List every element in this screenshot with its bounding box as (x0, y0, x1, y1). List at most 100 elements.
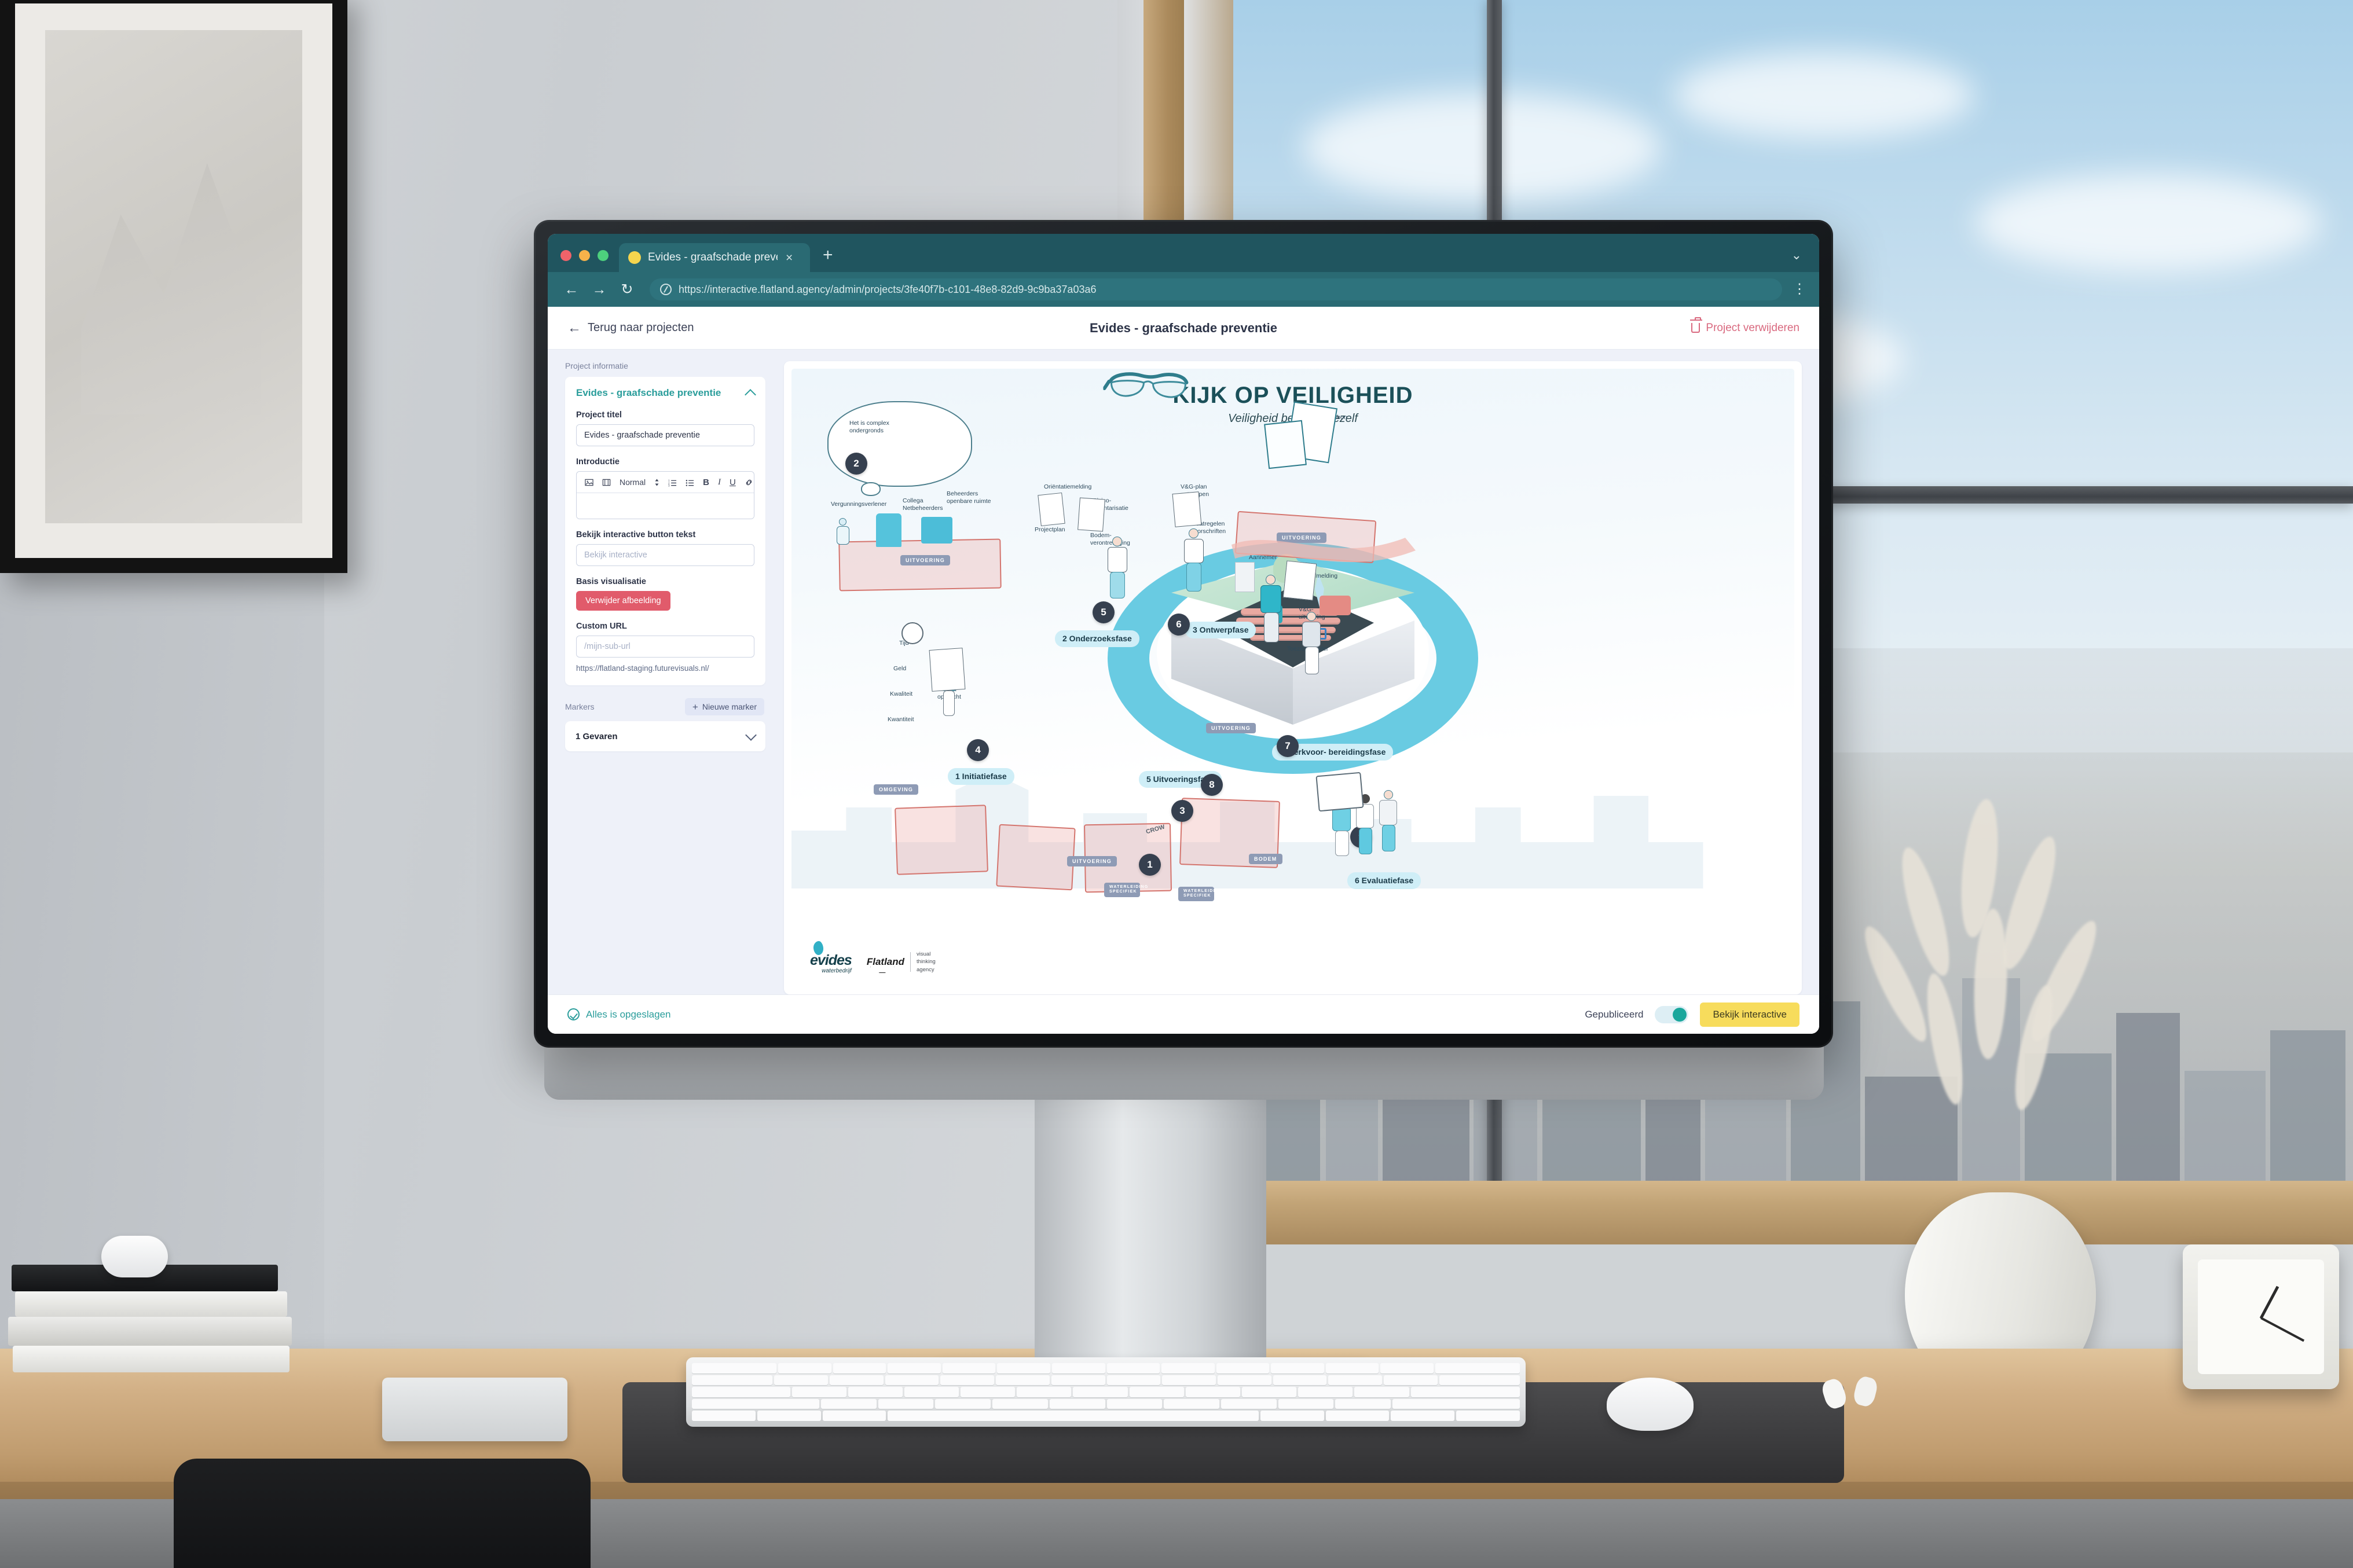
hazard-card (895, 805, 988, 875)
project-info-card-title: Evides - graafschade preventie (576, 387, 721, 398)
site-info-icon[interactable] (660, 284, 672, 295)
forward-button[interactable]: → (591, 282, 608, 297)
custom-url-input[interactable]: /mijn-sub-url (576, 636, 754, 658)
safety-glasses-icon (1102, 369, 1190, 407)
annotation: Vergunningsverlener (831, 501, 887, 508)
introduction-textarea[interactable] (577, 493, 754, 519)
tablet-illustration (1315, 772, 1364, 812)
delete-project-label: Project verwijderen (1706, 321, 1799, 334)
map-marker[interactable]: 6 (1168, 614, 1190, 636)
evides-logo: evides waterbedrijf (810, 940, 852, 974)
flatland-logo-tagline: visual thinking agency (917, 950, 936, 974)
monitor-screen: Evides - graafschade preventie × + ⌄ ← →… (548, 234, 1819, 1034)
published-toggle[interactable] (1655, 1005, 1689, 1023)
format-select[interactable]: Normal (620, 478, 646, 486)
pampas-grass (1855, 797, 2131, 1204)
marker-list-item[interactable]: 1 Gevaren (565, 721, 765, 751)
map-marker[interactable]: 3 (1171, 800, 1193, 822)
tab-list-chevron-down-icon[interactable]: ⌄ (1791, 248, 1802, 263)
italic-icon[interactable]: I (718, 478, 721, 487)
phase-label[interactable]: 3 Ontwerpfase (1185, 622, 1256, 639)
annotation: Geld (893, 665, 907, 672)
category-tag: UITVOERING (1206, 723, 1256, 733)
bullet-list-icon[interactable] (686, 478, 694, 487)
document-illustration (1172, 491, 1202, 527)
close-window-button[interactable] (560, 250, 571, 261)
phase-label[interactable]: 6 Evaluatiefase (1347, 872, 1421, 890)
maximize-window-button[interactable] (598, 250, 609, 261)
map-marker[interactable]: 7 (1277, 735, 1299, 757)
app-body: Project informatie Evides - graafschade … (548, 350, 1819, 994)
save-status: Alles is opgeslagen (567, 1008, 670, 1020)
reload-button[interactable]: ↻ (618, 282, 636, 297)
minimize-window-button[interactable] (579, 250, 590, 261)
desk-scene: Evides - graafschade preventie × + ⌄ ← →… (0, 0, 2353, 1568)
map-marker[interactable]: 8 (1201, 774, 1223, 796)
marker-item-label: 1 Gevaren (576, 731, 618, 741)
phase-label[interactable]: 1 Initiatiefase (948, 768, 1014, 785)
project-title-input[interactable]: Evides - graafschade preventie (576, 424, 754, 446)
check-circle-icon (567, 1008, 580, 1020)
chevron-down-icon[interactable] (745, 729, 757, 741)
format-select-stepper-icon[interactable] (654, 478, 659, 487)
app-statusbar: Alles is opgeslagen Gepubliceerd Bekijk … (548, 994, 1819, 1034)
app-root: ← Terug naar projecten Evides - graafsch… (548, 307, 1819, 1034)
statusbar-actions: Gepubliceerd Bekijk interactive (1585, 1002, 1799, 1027)
map-marker[interactable]: 5 (1093, 601, 1115, 623)
annotation: Kwaliteit (890, 691, 913, 697)
back-to-projects-label: Terug naar projecten (588, 321, 694, 334)
ordered-list-icon[interactable]: 123 (668, 478, 677, 487)
document-illustration (1038, 492, 1065, 527)
remove-image-button[interactable]: Verwijder afbeelding (576, 591, 670, 611)
address-bar[interactable]: https://interactive.flatland.agency/admi… (650, 278, 1782, 300)
project-info-card: Evides - graafschade preventie Project t… (565, 377, 765, 685)
window-controls[interactable] (560, 250, 609, 272)
infographic[interactable]: KIJK OP VEILIGHEID Veiligheid begint bij… (791, 369, 1794, 987)
new-marker-button[interactable]: + Nieuwe marker (684, 698, 764, 715)
document-illustration (1264, 420, 1307, 469)
visualization-card: KIJK OP VEILIGHEID Veiligheid begint bij… (784, 361, 1802, 994)
browser-tab[interactable]: Evides - graafschade preventie × (619, 243, 810, 272)
map-marker[interactable]: 4 (967, 739, 989, 761)
chevron-up-icon[interactable] (745, 388, 756, 401)
custom-url-hint: https://flatland-staging.futurevisuals.n… (576, 664, 709, 673)
new-tab-button[interactable]: + (823, 247, 833, 264)
published-label: Gepubliceerd (1585, 1008, 1644, 1020)
figure-illustration (921, 517, 952, 544)
page-title: Evides - graafschade preventie (1089, 320, 1278, 335)
map-marker[interactable]: 1 (1139, 854, 1161, 876)
road-illustration (1232, 538, 1416, 563)
link-icon[interactable] (745, 478, 753, 487)
view-interactive-button[interactable]: Bekijk interactive (1700, 1002, 1799, 1027)
project-title-label: Project titel (576, 410, 622, 420)
toggle-knob (1673, 1007, 1687, 1022)
back-button[interactable]: ← (563, 282, 580, 297)
project-info-card-header[interactable]: Evides - graafschade preventie (576, 387, 756, 401)
editor-toolbar: Normal 123 B I U (577, 472, 754, 493)
annotation: Het is complex ondergronds (849, 420, 889, 435)
map-marker[interactable]: 2 (845, 453, 867, 475)
video-icon[interactable] (602, 478, 611, 487)
browser-menu-icon[interactable]: ⋮ (1793, 282, 1806, 296)
back-to-projects-link[interactable]: ← Terug naar projecten (567, 321, 694, 335)
delete-project-button[interactable]: Project verwijderen (1690, 317, 1799, 335)
monitor-stand-neck (1035, 1082, 1266, 1383)
introduction-field-group: Introductie Normal 1 2 3 B I U (576, 457, 754, 519)
phase-label[interactable]: 2 Onderzoeksfase (1055, 630, 1139, 648)
button-text-input[interactable]: Bekijk interactive (576, 544, 754, 566)
hazard-card (996, 824, 1076, 891)
tab-close-icon[interactable]: × (786, 252, 793, 264)
underline-icon[interactable]: U (730, 478, 736, 487)
introduction-label: Introductie (576, 457, 620, 467)
logo-group: evides waterbedrijf Flatland visual thin… (810, 940, 936, 974)
chair-back (174, 1459, 591, 1568)
category-tag: BODEM (1249, 854, 1282, 864)
desk-clock (2183, 1244, 2339, 1389)
clock-illustration (901, 622, 923, 644)
mouse (1607, 1378, 1694, 1431)
bold-icon[interactable]: B (703, 478, 709, 487)
rich-text-editor[interactable]: Normal 123 B I U (576, 471, 754, 519)
save-status-label: Alles is opgeslagen (586, 1008, 671, 1020)
window-sill (1233, 1181, 2353, 1244)
image-icon[interactable] (585, 478, 593, 487)
